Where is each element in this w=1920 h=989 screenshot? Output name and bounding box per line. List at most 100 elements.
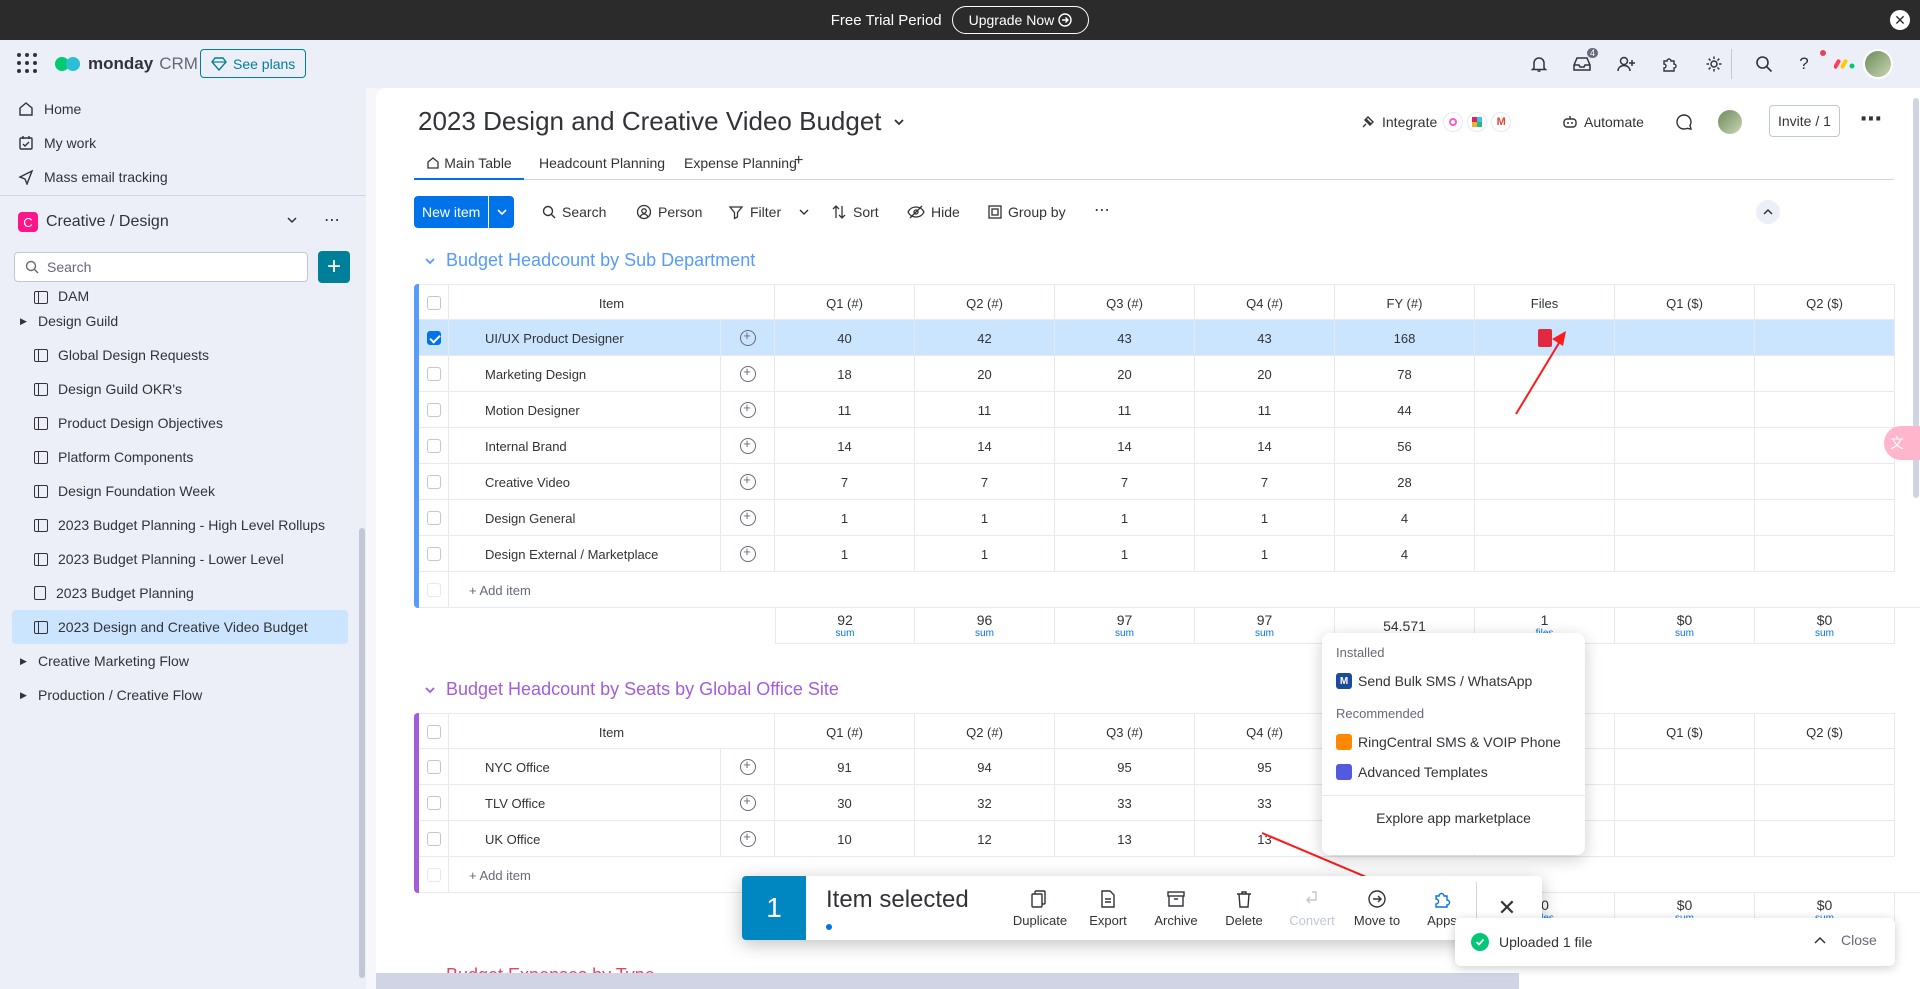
caret-right-icon[interactable]: ▶ <box>20 656 28 667</box>
see-plans-button[interactable]: See plans <box>200 49 307 78</box>
files-cell[interactable] <box>1475 356 1615 392</box>
currency-cell[interactable] <box>1755 464 1895 500</box>
row-checkbox[interactable] <box>426 475 441 489</box>
invite-members-icon[interactable] <box>1612 50 1640 78</box>
add-update-icon[interactable] <box>739 829 756 847</box>
row-checkbox[interactable] <box>426 511 441 525</box>
number-cell-q3[interactable]: 1 <box>1055 500 1195 536</box>
add-view-button[interactable]: + <box>794 152 803 170</box>
currency-cell[interactable] <box>1615 500 1755 536</box>
row-checkbox-cell[interactable] <box>419 749 449 785</box>
table-row[interactable]: TLV Office 30 32 33 33 <box>419 785 1895 821</box>
sidebar-item[interactable]: ▶ Creative Marketing Flow <box>12 644 348 678</box>
files-cell[interactable] <box>1475 320 1615 356</box>
add-update-icon[interactable] <box>739 757 756 775</box>
group-by-button[interactable]: Group by <box>988 196 1066 228</box>
sort-button[interactable]: Sort <box>831 196 879 228</box>
duplicate-action[interactable]: Duplicate <box>1006 876 1074 940</box>
number-cell-q4[interactable]: 1 <box>1195 536 1335 572</box>
number-cell-q4[interactable]: 33 <box>1195 785 1335 821</box>
item-name-cell[interactable]: Motion Designer <box>449 392 721 428</box>
chevron-up-icon[interactable] <box>1813 934 1827 948</box>
comment-cell[interactable] <box>721 464 775 500</box>
group-title[interactable]: Budget Headcount by Sub Department <box>424 250 755 271</box>
integrations-puzzle-icon[interactable] <box>1656 50 1684 78</box>
bell-icon[interactable] <box>1525 50 1553 78</box>
number-cell-q2[interactable]: 20 <box>915 356 1055 392</box>
table-row[interactable]: Design General 1 1 1 1 4 <box>419 500 1895 536</box>
sidebar-item[interactable]: 2023 Budget Planning - High Level Rollup… <box>12 508 348 542</box>
sidebar-item[interactable]: ▶ Production / Creative Flow <box>12 678 348 712</box>
row-checkbox-cell[interactable] <box>419 464 449 500</box>
column-header[interactable]: Q3 (#) <box>1055 714 1195 750</box>
add-update-icon[interactable] <box>739 793 756 811</box>
number-cell-q1[interactable]: 14 <box>775 428 915 464</box>
currency-cell[interactable] <box>1755 320 1895 356</box>
number-cell-q2[interactable]: 7 <box>915 464 1055 500</box>
table-row[interactable]: Internal Brand 14 14 14 14 56 <box>419 428 1895 464</box>
item-name-cell[interactable]: NYC Office <box>449 749 721 785</box>
automate-button[interactable]: Automate <box>1562 106 1644 138</box>
number-cell-q4[interactable]: 1 <box>1195 500 1335 536</box>
column-header[interactable]: Q1 ($) <box>1615 714 1755 750</box>
column-header[interactable]: Q1 (#) <box>775 714 915 750</box>
number-cell-fy[interactable]: 44 <box>1335 392 1475 428</box>
currency-cell[interactable] <box>1755 749 1895 785</box>
item-name-cell[interactable]: Design External / Marketplace <box>449 536 721 572</box>
item-name-cell[interactable]: Design General <box>449 500 721 536</box>
number-cell-q1[interactable]: 7 <box>775 464 915 500</box>
currency-cell[interactable] <box>1755 356 1895 392</box>
column-header[interactable]: Q4 (#) <box>1195 714 1335 750</box>
row-checkbox[interactable] <box>426 760 441 774</box>
sidebar-search-input[interactable]: Search <box>14 252 308 282</box>
currency-cell[interactable] <box>1755 821 1895 857</box>
number-cell-q1[interactable]: 40 <box>775 320 915 356</box>
sidebar-item[interactable]: DAM <box>12 288 348 304</box>
export-action[interactable]: Export <box>1074 876 1142 940</box>
add-update-icon[interactable] <box>739 328 756 346</box>
settings-gear-icon[interactable] <box>1700 50 1728 78</box>
new-item-button[interactable]: New item <box>414 196 488 228</box>
filter-button[interactable]: Filter <box>728 196 809 228</box>
number-cell-q2[interactable]: 12 <box>915 821 1055 857</box>
currency-cell[interactable] <box>1615 464 1755 500</box>
help-icon[interactable]: ? <box>1790 50 1818 78</box>
horizontal-scrollbar[interactable] <box>376 973 1519 989</box>
comment-cell[interactable] <box>721 749 775 785</box>
number-cell-q1[interactable]: 30 <box>775 785 915 821</box>
files-cell[interactable] <box>1475 500 1615 536</box>
upgrade-now-button[interactable]: Upgrade Now <box>951 6 1090 34</box>
add-update-icon[interactable] <box>739 544 756 562</box>
add-update-icon[interactable] <box>739 508 756 526</box>
pdf-file-icon[interactable] <box>1537 329 1552 347</box>
summary-cell[interactable]: $0sum <box>1755 608 1895 644</box>
table-row[interactable]: NYC Office 91 94 95 95 <box>419 749 1895 785</box>
board-member-avatar[interactable] <box>1718 110 1742 134</box>
row-checkbox-cell[interactable] <box>419 500 449 536</box>
inbox-icon[interactable]: 4 <box>1568 48 1598 78</box>
header-checkbox-cell[interactable] <box>419 714 449 750</box>
number-cell-q3[interactable]: 95 <box>1055 749 1195 785</box>
number-cell-q1[interactable]: 11 <box>775 392 915 428</box>
header-checkbox-cell[interactable] <box>419 285 449 321</box>
row-checkbox-cell[interactable] <box>419 392 449 428</box>
number-cell-q4[interactable]: 13 <box>1195 821 1335 857</box>
row-checkbox[interactable] <box>426 796 441 810</box>
board-title-area[interactable]: 2023 Design and Creative Video Budget <box>418 106 906 137</box>
board-more-icon[interactable]: ⋯ <box>1860 106 1882 132</box>
table-row[interactable]: UI/UX Product Designer 40 42 43 43 168 <box>419 320 1895 356</box>
integrate-button[interactable]: Integrate M <box>1360 106 1512 138</box>
item-name-cell[interactable]: UK Office <box>449 821 721 857</box>
row-checkbox[interactable] <box>426 832 441 846</box>
number-cell-q4[interactable]: 95 <box>1195 749 1335 785</box>
comment-cell[interactable] <box>721 785 775 821</box>
item-name-cell[interactable]: Marketing Design <box>449 356 721 392</box>
comment-cell[interactable] <box>721 821 775 857</box>
row-checkbox-cell[interactable] <box>419 428 449 464</box>
files-cell[interactable] <box>1475 392 1615 428</box>
app-grid-icon[interactable] <box>16 52 38 74</box>
close-banner-icon[interactable]: ✕ <box>1890 10 1910 30</box>
chevron-down-icon[interactable] <box>286 214 298 226</box>
number-cell-q3[interactable]: 11 <box>1055 392 1195 428</box>
number-cell-q3[interactable]: 1 <box>1055 536 1195 572</box>
